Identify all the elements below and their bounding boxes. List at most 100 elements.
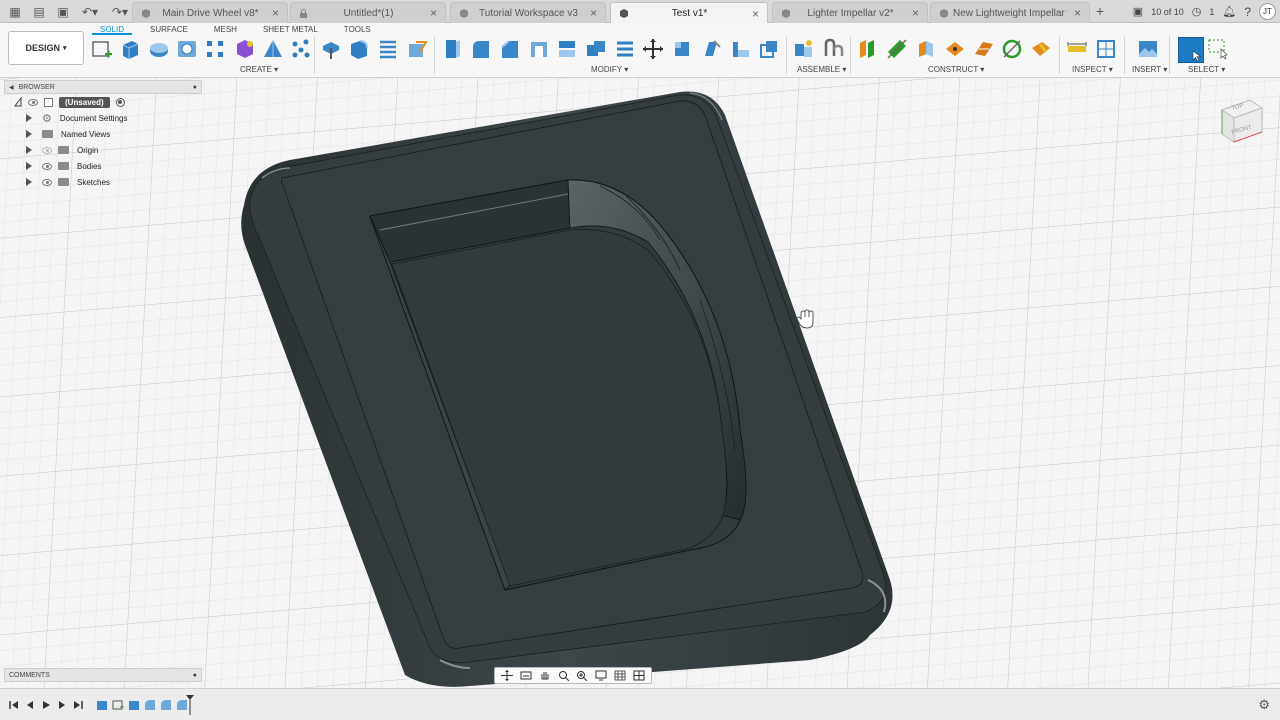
shell-body-icon[interactable] <box>528 38 550 60</box>
viewports-icon[interactable] <box>633 670 645 681</box>
scale-icon[interactable] <box>614 38 636 60</box>
go-to-start-icon[interactable] <box>8 699 20 711</box>
grid-menu-icon[interactable]: ▦ <box>4 3 26 20</box>
eye-hidden-icon[interactable] <box>42 146 52 154</box>
loft-icon[interactable] <box>262 38 284 60</box>
document-tab[interactable]: Lighter Impellar v2* × <box>772 2 928 23</box>
plane-through-points-icon[interactable] <box>944 38 966 60</box>
panel-pin-icon[interactable]: ● <box>193 84 197 91</box>
collapse-icon[interactable]: ◀ <box>9 85 14 91</box>
job-status-icon[interactable]: ◷ <box>1192 5 1202 18</box>
save-icon[interactable]: ▣ <box>52 3 74 20</box>
point-at-vertex-icon[interactable] <box>1030 38 1052 60</box>
close-icon[interactable]: × <box>272 7 279 19</box>
document-tab[interactable]: Main Drive Wheel v8* × <box>132 2 288 23</box>
grid-snaps-icon[interactable] <box>614 670 626 681</box>
draft-icon[interactable] <box>556 38 578 60</box>
timeline-feature-extrude-icon[interactable] <box>128 699 140 711</box>
browser-item-origin[interactable]: Origin <box>4 142 202 158</box>
timeline-feature-sketch-icon[interactable] <box>112 699 124 711</box>
redo-icon[interactable]: ↷▾ <box>106 3 134 20</box>
close-icon[interactable]: × <box>1074 7 1081 19</box>
delete-face-icon[interactable] <box>700 38 722 60</box>
close-icon[interactable]: × <box>590 7 597 19</box>
select-tool-button[interactable] <box>1178 37 1204 63</box>
document-tab[interactable]: New Lightweight Impellar v1 × <box>930 2 1090 23</box>
document-count[interactable]: 10 of 10 <box>1151 7 1184 17</box>
measure-icon[interactable] <box>1066 38 1088 60</box>
select-menu[interactable]: SELECT ▾ <box>1188 65 1225 74</box>
eye-icon[interactable] <box>28 98 38 106</box>
browser-root[interactable]: (Unsaved) <box>4 94 202 110</box>
expand-triangle-icon[interactable] <box>26 130 32 138</box>
joint-icon[interactable] <box>822 38 844 60</box>
activate-radio-icon[interactable] <box>115 97 125 107</box>
tab-tools[interactable]: TOOLS <box>336 24 379 35</box>
offset-plane-icon[interactable] <box>857 38 879 60</box>
document-tab-active[interactable]: Test v1* × <box>610 2 768 24</box>
extrude-icon[interactable] <box>119 38 141 60</box>
browser-header[interactable]: ◀ BROWSER ● <box>4 80 202 94</box>
midplane-icon[interactable] <box>915 38 937 60</box>
revolve-icon[interactable] <box>148 38 170 60</box>
timeline-feature-fillet-icon[interactable] <box>144 699 156 711</box>
eye-icon[interactable] <box>42 162 52 170</box>
document-tab[interactable]: Tutorial Workspace v3 × <box>450 2 606 23</box>
construct-menu[interactable]: CONSTRUCT ▾ <box>928 65 984 74</box>
panel-pin-icon[interactable]: ● <box>193 672 197 679</box>
close-icon[interactable]: × <box>430 7 437 19</box>
create-sketch-icon[interactable] <box>91 38 113 60</box>
new-component-icon[interactable] <box>793 38 815 60</box>
avatar[interactable]: JT <box>1259 3 1276 20</box>
assemble-menu[interactable]: ASSEMBLE ▾ <box>797 65 846 74</box>
eye-icon[interactable] <box>42 178 52 186</box>
tab-surface[interactable]: SURFACE <box>142 24 196 35</box>
comments-panel[interactable]: COMMENTS ● <box>4 668 202 682</box>
plane-tangent-icon[interactable] <box>973 38 995 60</box>
expand-triangle-icon[interactable] <box>14 97 22 107</box>
help-icon[interactable]: ? <box>1244 5 1251 19</box>
expand-triangle-icon[interactable] <box>26 178 32 186</box>
timeline-settings-gear-icon[interactable]: ⚙ <box>1258 697 1270 713</box>
tab-solid[interactable]: SOLID <box>92 24 133 35</box>
fillet-edge-icon[interactable] <box>470 38 492 60</box>
expand-triangle-icon[interactable] <box>26 162 32 170</box>
physical-material-icon[interactable] <box>729 38 751 60</box>
combine-icon[interactable] <box>585 38 607 60</box>
look-at-icon[interactable] <box>520 670 532 681</box>
point-pattern-icon[interactable] <box>290 38 312 60</box>
tab-sheet-metal[interactable]: SHEET METAL <box>255 24 326 35</box>
zoom-window-icon[interactable] <box>576 670 588 681</box>
align-icon[interactable] <box>671 38 693 60</box>
chamfer-edge-icon[interactable] <box>499 38 521 60</box>
zoom-icon[interactable] <box>558 670 570 681</box>
inspect-menu[interactable]: INSPECT ▾ <box>1072 65 1113 74</box>
step-back-icon[interactable] <box>24 699 36 711</box>
modify-menu[interactable]: MODIFY ▾ <box>591 65 628 74</box>
section-analysis-icon[interactable] <box>1095 38 1117 60</box>
step-forward-icon[interactable] <box>56 699 68 711</box>
create-form-icon[interactable] <box>233 38 255 60</box>
timeline-feature-fillet-icon[interactable] <box>160 699 172 711</box>
file-menu-icon[interactable]: ▤ <box>28 3 50 20</box>
timeline-feature-extrude-icon[interactable] <box>96 699 108 711</box>
close-icon[interactable]: × <box>752 8 759 20</box>
close-icon[interactable]: × <box>912 7 919 19</box>
expand-triangle-icon[interactable] <box>26 114 32 122</box>
plane-at-angle-icon[interactable] <box>886 38 908 60</box>
document-tab[interactable]: Untitled*(1) × <box>290 2 446 23</box>
undo-icon[interactable]: ↶▾ <box>76 3 104 20</box>
shell-icon[interactable] <box>406 38 428 60</box>
split-body-icon[interactable] <box>442 38 464 60</box>
tab-mesh[interactable]: MESH <box>206 24 245 35</box>
hole-icon[interactable] <box>176 38 198 60</box>
new-tab-button[interactable]: + <box>1092 3 1108 20</box>
axis-through-cylinder-icon[interactable] <box>1001 38 1023 60</box>
chamfer-icon[interactable] <box>377 38 399 60</box>
insert-menu[interactable]: INSERT ▾ <box>1132 65 1167 74</box>
display-settings-icon[interactable] <box>595 670 607 681</box>
orbit-icon[interactable] <box>501 670 514 681</box>
browser-item-document-settings[interactable]: ⚙ Document Settings <box>4 110 202 126</box>
browser-item-sketches[interactable]: Sketches <box>4 174 202 190</box>
insert-image-icon[interactable] <box>1137 38 1159 60</box>
